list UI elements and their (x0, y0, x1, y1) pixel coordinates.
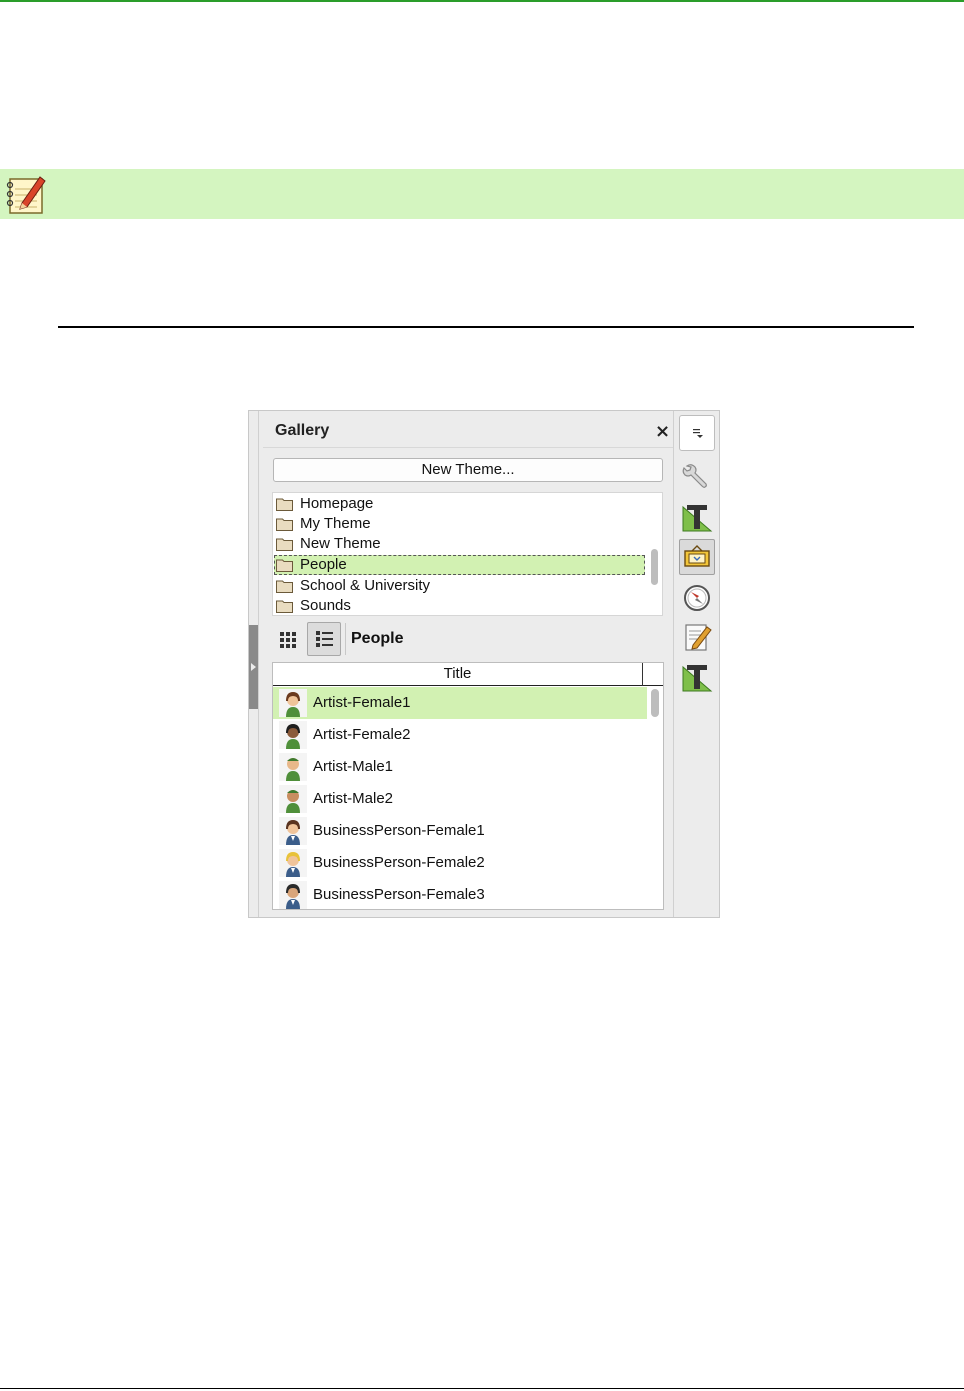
theme-item-label: Homepage (300, 495, 374, 512)
section-rule (58, 326, 914, 328)
detailed-view-button[interactable] (307, 622, 341, 656)
theme-item-people[interactable]: People (274, 555, 645, 575)
artist-female-icon (279, 689, 307, 717)
theme-item-homepage[interactable]: Homepage (273, 494, 647, 514)
gallery-tab[interactable] (679, 539, 715, 575)
folder-icon (276, 559, 293, 572)
note-bar (0, 169, 964, 219)
view-divider (345, 623, 346, 655)
sidebar-tab-bar (673, 411, 719, 917)
deck-edge (249, 411, 259, 917)
folder-icon (276, 538, 293, 551)
gallery-items-table[interactable]: Title Artist-Female1 Artist-Female2 Arti… (272, 662, 664, 910)
styles-tab-2[interactable] (679, 659, 715, 695)
panel-title: Gallery (275, 422, 330, 439)
theme-item-my-theme[interactable]: My Theme (273, 514, 647, 534)
table-header: Title (273, 663, 663, 686)
theme-list-scrollbar[interactable] (651, 549, 658, 585)
manage-changes-tab[interactable] (679, 619, 715, 655)
row-label: Artist-Male2 (313, 790, 394, 807)
table-row[interactable]: BusinessPerson-Female2 (273, 847, 647, 879)
collapse-deck-handle[interactable] (249, 625, 258, 709)
grid-icon (280, 632, 296, 648)
folder-icon (276, 600, 293, 613)
theme-item-label: People (300, 556, 347, 573)
table-row[interactable]: Artist-Male1 (273, 751, 647, 783)
businessperson-female-icon (279, 849, 307, 877)
theme-item-label: My Theme (300, 515, 371, 532)
table-scrollbar[interactable] (651, 689, 659, 717)
close-icon[interactable]: × (655, 421, 670, 442)
current-theme-label: People (351, 630, 404, 647)
folder-icon (276, 498, 293, 511)
artist-female-icon (279, 721, 307, 749)
properties-wrench-icon (682, 464, 707, 488)
navigator-tab[interactable] (679, 580, 715, 616)
manage-changes-icon (685, 624, 712, 651)
theme-list[interactable]: Homepage My Theme New Theme People Schoo… (272, 492, 663, 616)
column-header-title[interactable]: Title (273, 663, 642, 685)
navigator-icon (684, 585, 710, 611)
sidebar-menu-button[interactable] (679, 415, 715, 451)
businessperson-female-icon (279, 881, 307, 909)
table-row[interactable]: Artist-Female1 (273, 687, 647, 719)
title-divider (263, 447, 673, 448)
gallery-icon (684, 545, 710, 567)
list-icon (316, 631, 333, 647)
row-label: Artist-Female2 (313, 726, 411, 743)
column-divider[interactable] (642, 663, 643, 686)
row-label: BusinessPerson-Female3 (313, 886, 485, 903)
theme-item-sounds[interactable]: Sounds (273, 596, 647, 615)
table-row[interactable]: Artist-Female2 (273, 719, 647, 751)
top-rule (0, 0, 964, 2)
theme-item-school-university[interactable]: School & University (273, 576, 647, 596)
properties-tab[interactable] (679, 458, 715, 494)
new-theme-button[interactable]: New Theme... (273, 458, 663, 482)
bottom-rule (0, 1388, 964, 1389)
styles-icon (682, 665, 713, 692)
row-label: BusinessPerson-Female1 (313, 822, 485, 839)
folder-icon (276, 580, 293, 593)
note-pencil-icon (6, 176, 46, 214)
sidebar-menu-icon (693, 429, 703, 438)
folder-icon (276, 518, 293, 531)
artist-male-icon (279, 785, 307, 813)
artist-male-icon (279, 753, 307, 781)
theme-item-label: Sounds (300, 597, 351, 614)
table-row[interactable]: BusinessPerson-Female1 (273, 815, 647, 847)
styles-tab[interactable] (679, 499, 715, 535)
row-label: BusinessPerson-Female2 (313, 854, 485, 871)
businessperson-female-icon (279, 817, 307, 845)
row-label: Artist-Female1 (313, 694, 411, 711)
theme-item-new-theme[interactable]: New Theme (273, 534, 647, 554)
table-row[interactable]: BusinessPerson-Female3 (273, 879, 647, 909)
theme-item-label: New Theme (300, 535, 381, 552)
table-row[interactable]: Artist-Male2 (273, 783, 647, 815)
styles-icon (682, 505, 713, 532)
row-label: Artist-Male1 (313, 758, 394, 775)
gallery-panel: Gallery × New Theme... Homepage My Theme… (248, 410, 720, 918)
theme-item-label: School & University (300, 577, 431, 594)
icon-view-button[interactable] (273, 623, 305, 655)
